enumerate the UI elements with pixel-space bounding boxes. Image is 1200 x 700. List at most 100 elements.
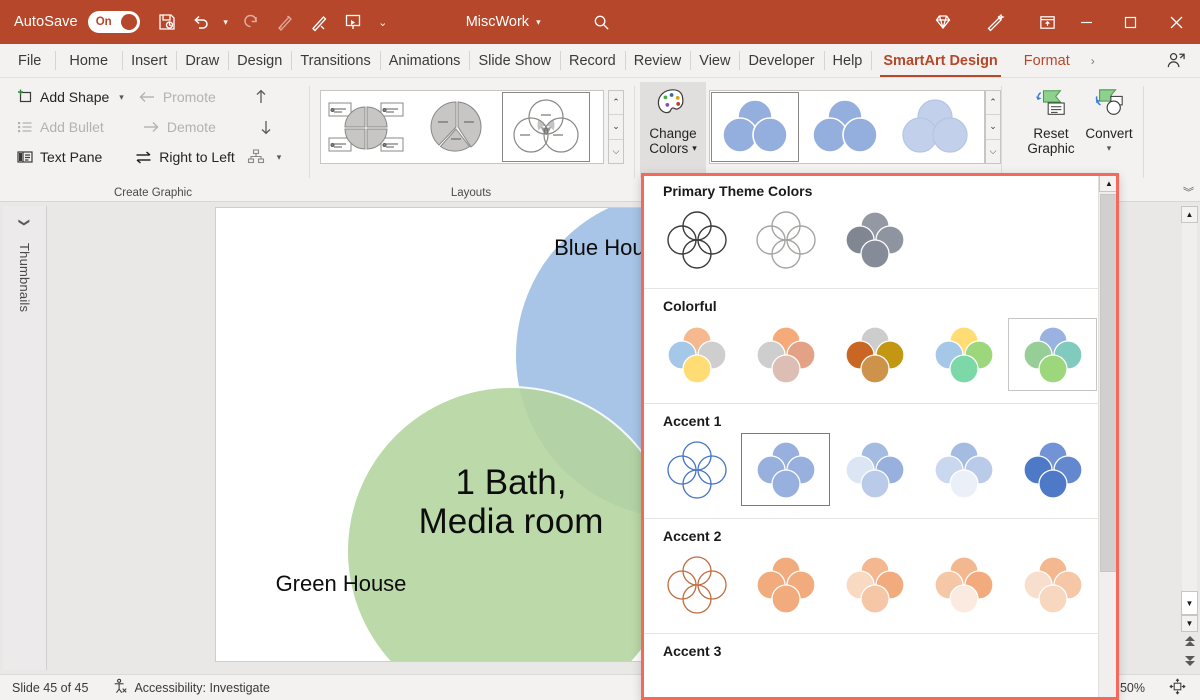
search-icon[interactable] <box>585 0 619 44</box>
reset-graphic-button[interactable]: Reset Graphic <box>1018 82 1084 178</box>
tab-draw[interactable]: Draw <box>176 44 228 77</box>
minimize-icon[interactable] <box>1064 0 1108 44</box>
scroll-down-button[interactable]: ▼ <box>1181 591 1198 615</box>
customize-quick-access-icon[interactable]: ⌄ <box>370 0 396 44</box>
color-thumb-accent2-outline[interactable] <box>652 548 741 621</box>
previous-slide-button[interactable]: ▼ <box>1181 615 1198 632</box>
style-thumb-simple-fill[interactable] <box>711 92 799 162</box>
tab-help[interactable]: Help <box>824 44 872 77</box>
tab-insert[interactable]: Insert <box>122 44 176 77</box>
color-thumb-dark-fill[interactable] <box>830 203 919 276</box>
maximize-icon[interactable] <box>1108 0 1152 44</box>
close-icon[interactable] <box>1152 0 1200 44</box>
fit-slide-to-window-button[interactable] <box>1157 678 1200 698</box>
color-thumb-colorful-1[interactable] <box>652 318 741 391</box>
styles-gallery-scrollbar[interactable]: ⌃ ⌄ ⌵ <box>985 90 1001 164</box>
layout-thumb-basic-pie[interactable] <box>412 92 500 162</box>
color-thumb-light-outline[interactable] <box>741 203 830 276</box>
layout-thumb-basic-venn[interactable] <box>502 92 590 162</box>
add-shape-dropdown-icon[interactable]: ▾ <box>114 92 129 103</box>
document-title-group[interactable]: MiscWork ▾ <box>466 14 541 30</box>
scrollbar-track[interactable] <box>1182 223 1197 591</box>
tab-developer[interactable]: Developer <box>739 44 823 77</box>
next-slide-double-arrow-icon[interactable] <box>1181 651 1198 670</box>
move-down-button[interactable] <box>252 115 281 140</box>
tab-slide-show[interactable]: Slide Show <box>469 44 560 77</box>
layouts-gallery-scrollbar[interactable]: ⌃ ⌄ ⌵ <box>608 90 624 164</box>
tab-design[interactable]: Design <box>228 44 291 77</box>
color-thumb-accent1-fill[interactable] <box>741 433 830 506</box>
style-thumb-white-outline[interactable] <box>801 92 889 162</box>
color-thumb-dark-outline[interactable] <box>652 203 741 276</box>
right-to-left-button[interactable]: Right to Left <box>129 145 240 170</box>
format-painter-icon[interactable] <box>268 0 302 44</box>
redo-icon[interactable] <box>234 0 268 44</box>
color-thumb-accent2-gradient-range[interactable] <box>919 548 1008 621</box>
undo-dropdown-icon[interactable]: ▾ <box>218 0 234 44</box>
color-thumb-colorful-2[interactable] <box>741 318 830 391</box>
tab-format[interactable]: Format <box>1010 44 1084 77</box>
layout-dropdown-icon[interactable]: ▾ <box>272 152 287 163</box>
text-pane-button[interactable]: Text Pane <box>10 145 107 170</box>
change-colors-dropdown-icon[interactable]: ▾ <box>692 141 697 156</box>
accessibility-status[interactable]: Accessibility: Investigate <box>100 678 281 697</box>
venn-label-green-house[interactable]: Green House <box>236 572 446 597</box>
layouts-more-icon[interactable]: ⌵ <box>609 140 623 163</box>
tab-record[interactable]: Record <box>560 44 625 77</box>
layouts-scroll-up-icon[interactable]: ⌃ <box>609 91 623 115</box>
collapse-ribbon-icon[interactable]: ︾ <box>1183 184 1194 200</box>
color-thumb-colorful-4[interactable] <box>919 318 1008 391</box>
layout-button[interactable]: ▾ <box>242 145 292 170</box>
styles-scroll-down-icon[interactable]: ⌄ <box>986 115 1000 139</box>
smartart-styles-gallery[interactable] <box>709 90 985 164</box>
color-thumb-accent1-gradient-loop[interactable] <box>830 433 919 506</box>
styles-scroll-up-icon[interactable]: ⌃ <box>986 91 1000 115</box>
draw-pen-icon[interactable] <box>302 0 336 44</box>
slide-vertical-scrollbar[interactable]: ▲ ▼ ▼ <box>1181 202 1198 674</box>
tab-transitions[interactable]: Transitions <box>291 44 379 77</box>
chevron-down-icon[interactable]: ▾ <box>536 17 541 28</box>
venn-text-green-circle[interactable]: 1 Bath, Media room <box>416 463 606 541</box>
copilot-icon[interactable] <box>926 0 960 44</box>
convert-dropdown-icon[interactable]: ▾ <box>1107 141 1112 156</box>
change-colors-button[interactable]: Change Colors ▾ <box>640 82 706 178</box>
gallery-scrollbar[interactable]: ▲ <box>1098 174 1118 699</box>
start-presentation-icon[interactable] <box>336 0 370 44</box>
layout-thumb-cycle-matrix[interactable] <box>322 92 410 162</box>
style-thumb-subtle-effect[interactable] <box>891 92 979 162</box>
tab-file[interactable]: File <box>0 44 55 77</box>
color-thumb-accent1-outline[interactable] <box>652 433 741 506</box>
color-thumb-colorful-3[interactable] <box>830 318 919 391</box>
tab-review[interactable]: Review <box>625 44 691 77</box>
undo-icon[interactable] <box>184 0 218 44</box>
autosave-toggle[interactable]: On <box>88 11 140 33</box>
gallery-scroll-up-button[interactable]: ▲ <box>1099 174 1119 192</box>
layouts-gallery[interactable] <box>320 90 604 164</box>
tab-home[interactable]: Home <box>55 44 122 77</box>
convert-button[interactable]: Convert ▾ <box>1076 82 1142 178</box>
tab-smartart-design[interactable]: SmartArt Design <box>871 44 1009 77</box>
color-thumb-accent2-transparent[interactable] <box>1008 548 1097 621</box>
styles-more-icon[interactable]: ⌵ <box>986 140 1000 163</box>
save-icon[interactable] <box>150 0 184 44</box>
expand-thumbnails-chevron-icon[interactable]: ❯ <box>18 218 31 227</box>
move-up-button[interactable] <box>247 85 276 110</box>
ribbon-display-options-icon[interactable] <box>1030 0 1064 44</box>
scroll-up-button[interactable]: ▲ <box>1181 206 1198 223</box>
tab-overflow-chevron-icon[interactable]: › <box>1084 44 1102 77</box>
tab-view[interactable]: View <box>690 44 739 77</box>
layouts-scroll-down-icon[interactable]: ⌄ <box>609 115 623 139</box>
tab-animations[interactable]: Animations <box>380 44 470 77</box>
gallery-scrollbar-thumb[interactable] <box>1100 194 1117 572</box>
share-user-icon[interactable] <box>1159 44 1200 77</box>
add-shape-button[interactable]: Add Shape <box>10 85 114 110</box>
color-thumb-accent2-gradient-loop[interactable] <box>830 548 919 621</box>
color-thumb-colorful-5[interactable] <box>1008 318 1097 391</box>
change-colors-gallery[interactable]: Primary Theme Colors <box>641 173 1119 700</box>
thumbnails-pane-collapsed[interactable]: ❯ Thumbnails <box>3 206 47 670</box>
prev-slide-double-arrow-icon[interactable] <box>1181 632 1198 651</box>
slide-counter[interactable]: Slide 45 of 45 <box>0 681 100 695</box>
designer-icon[interactable] <box>978 0 1012 44</box>
color-thumb-accent1-transparent[interactable] <box>1008 433 1097 506</box>
color-thumb-accent2-fill[interactable] <box>741 548 830 621</box>
